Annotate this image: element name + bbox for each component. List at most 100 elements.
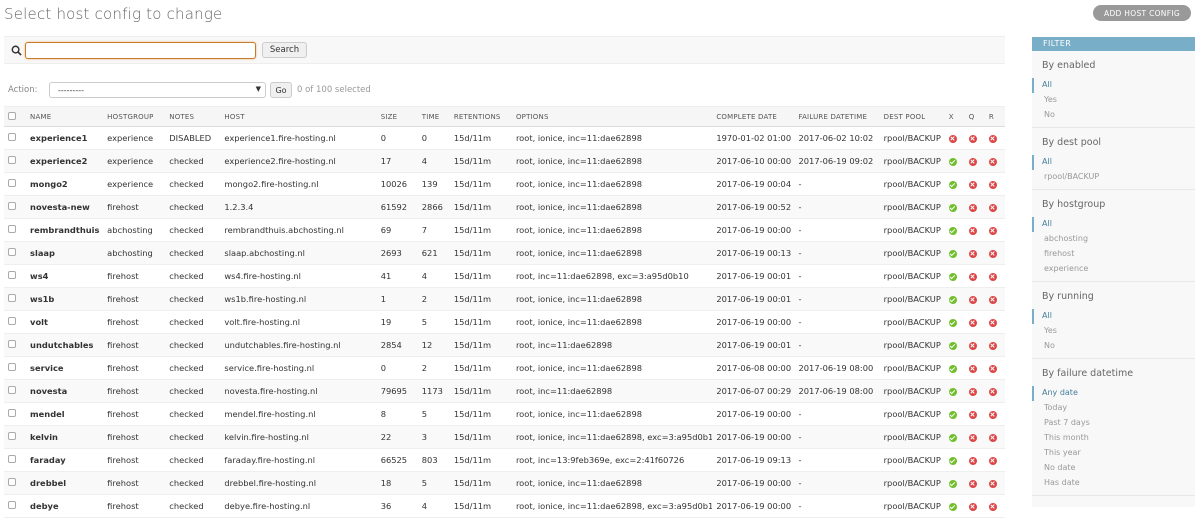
row-checkbox[interactable]	[4, 149, 27, 173]
filter-option[interactable]: This year	[1032, 446, 1195, 461]
row-checkbox[interactable]	[4, 264, 27, 288]
row-checkbox[interactable]	[4, 126, 27, 150]
filter-option[interactable]: Has date	[1032, 476, 1195, 491]
cell-x	[944, 241, 965, 265]
row-checkbox[interactable]	[4, 471, 27, 495]
cell-name[interactable]: kelvin	[26, 425, 104, 449]
filter-option[interactable]: This month	[1032, 431, 1195, 446]
cell-q	[964, 402, 985, 426]
cell-hostgroup: firehost	[103, 333, 166, 357]
row-checkbox[interactable]	[4, 425, 27, 449]
column-header-options[interactable]: OPTIONS	[511, 106, 713, 127]
filter-option[interactable]: All	[1032, 309, 1195, 324]
search-button[interactable]: Search	[262, 42, 307, 58]
row-checkbox[interactable]	[4, 333, 27, 357]
filter-option[interactable]: Yes	[1032, 93, 1195, 108]
filter-option[interactable]: Any date	[1032, 386, 1195, 401]
column-header-time[interactable]: TIME	[417, 106, 450, 127]
select-all-checkbox[interactable]	[4, 106, 27, 127]
cell-dest-pool: rpool/BACKUP	[879, 448, 945, 472]
row-checkbox[interactable]	[4, 287, 27, 311]
column-header-hostgroup[interactable]: HOSTGROUP	[103, 106, 166, 127]
cell-name[interactable]: experience1	[26, 126, 104, 150]
filter-option[interactable]: All	[1032, 78, 1195, 93]
cell-name[interactable]: faraday	[26, 448, 104, 472]
row-checkbox[interactable]	[4, 379, 27, 403]
cell-host: faraday.fire-hosting.nl	[220, 448, 377, 472]
filter-option[interactable]: Yes	[1032, 324, 1195, 339]
table-header-row: NAME HOSTGROUP NOTES HOST SIZE TIME RETE…	[4, 106, 1005, 127]
filter-option[interactable]: abchosting	[1032, 232, 1195, 247]
cell-host: mendel.fire-hosting.nl	[220, 402, 377, 426]
cross-icon	[968, 157, 977, 166]
cell-x	[944, 494, 965, 518]
cell-r	[984, 333, 1005, 357]
filter-option[interactable]: Today	[1032, 401, 1195, 416]
column-header-failure-datetime[interactable]: FAILURE DATETIME	[794, 106, 880, 127]
cell-name[interactable]: ws1b	[26, 287, 104, 311]
row-checkbox[interactable]	[4, 241, 27, 265]
filter-option[interactable]: Past 7 days	[1032, 416, 1195, 431]
cross-icon	[968, 456, 977, 465]
cell-name[interactable]: volt	[26, 310, 104, 334]
filter-option[interactable]: experience	[1032, 262, 1195, 277]
check-icon	[948, 410, 957, 419]
cell-name[interactable]: debye	[26, 494, 104, 518]
cell-q	[964, 494, 985, 518]
filter-option[interactable]: All	[1032, 217, 1195, 232]
filter-option[interactable]: No date	[1032, 461, 1195, 476]
cell-name[interactable]: undutchables	[26, 333, 104, 357]
filter-option[interactable]: rpool/BACKUP	[1032, 170, 1195, 185]
cell-name[interactable]: service	[26, 356, 104, 380]
cell-name[interactable]: ws4	[26, 264, 104, 288]
table-row: ws1b firehost checked ws1b.fire-hosting.nl 1…	[4, 287, 1005, 311]
cell-x	[944, 471, 965, 495]
cell-q	[964, 448, 985, 472]
cell-failure-datetime: 2017-06-02 10:02	[794, 126, 880, 150]
cell-name[interactable]: experience2	[26, 149, 104, 173]
cell-options: root, ionice, inc=11:dae62898	[511, 241, 713, 265]
cell-time: 4	[417, 149, 450, 173]
filter-option[interactable]: No	[1032, 108, 1195, 123]
row-checkbox[interactable]	[4, 356, 27, 380]
column-header-r[interactable]: R	[984, 106, 1005, 127]
cell-name[interactable]: novesta-new	[26, 195, 104, 219]
cell-q	[964, 241, 985, 265]
row-checkbox[interactable]	[4, 494, 27, 518]
action-select[interactable]: --------- ▼	[49, 82, 266, 98]
cell-name[interactable]: slaap	[26, 241, 104, 265]
go-button[interactable]: Go	[270, 82, 292, 98]
cell-name[interactable]: drebbel	[26, 471, 104, 495]
column-header-complete-date[interactable]: COMPLETE DATE	[712, 106, 795, 127]
cell-retentions: 15d/11m	[449, 264, 512, 288]
column-header-dest-pool[interactable]: DEST POOL	[879, 106, 945, 127]
row-checkbox[interactable]	[4, 195, 27, 219]
filter-option[interactable]: firehost	[1032, 247, 1195, 262]
check-icon	[948, 180, 957, 189]
row-checkbox[interactable]	[4, 310, 27, 334]
add-host-config-button[interactable]: ADD HOST CONFIG	[1093, 5, 1191, 21]
cell-name[interactable]: mongo2	[26, 172, 104, 196]
cross-icon	[988, 479, 997, 488]
cell-dest-pool: rpool/BACKUP	[879, 149, 945, 173]
cell-name[interactable]: rembrandthuis	[26, 218, 104, 242]
cross-icon	[988, 387, 997, 396]
row-checkbox[interactable]	[4, 448, 27, 472]
column-header-host[interactable]: HOST	[220, 106, 377, 127]
search-input[interactable]	[25, 42, 256, 59]
column-header-retentions[interactable]: RETENTIONS	[449, 106, 512, 127]
cell-dest-pool: rpool/BACKUP	[879, 126, 945, 150]
column-header-x[interactable]: X	[944, 106, 965, 127]
cell-name[interactable]: novesta	[26, 379, 104, 403]
filter-option[interactable]: No	[1032, 339, 1195, 354]
cell-name[interactable]: mendel	[26, 402, 104, 426]
row-checkbox[interactable]	[4, 218, 27, 242]
column-header-size[interactable]: SIZE	[376, 106, 418, 127]
column-header-name[interactable]: NAME	[26, 106, 104, 127]
row-checkbox[interactable]	[4, 172, 27, 196]
cell-failure-datetime: -	[794, 287, 880, 311]
filter-option[interactable]: All	[1032, 155, 1195, 170]
column-header-q[interactable]: Q	[964, 106, 985, 127]
row-checkbox[interactable]	[4, 402, 27, 426]
column-header-notes[interactable]: NOTES	[165, 106, 221, 127]
